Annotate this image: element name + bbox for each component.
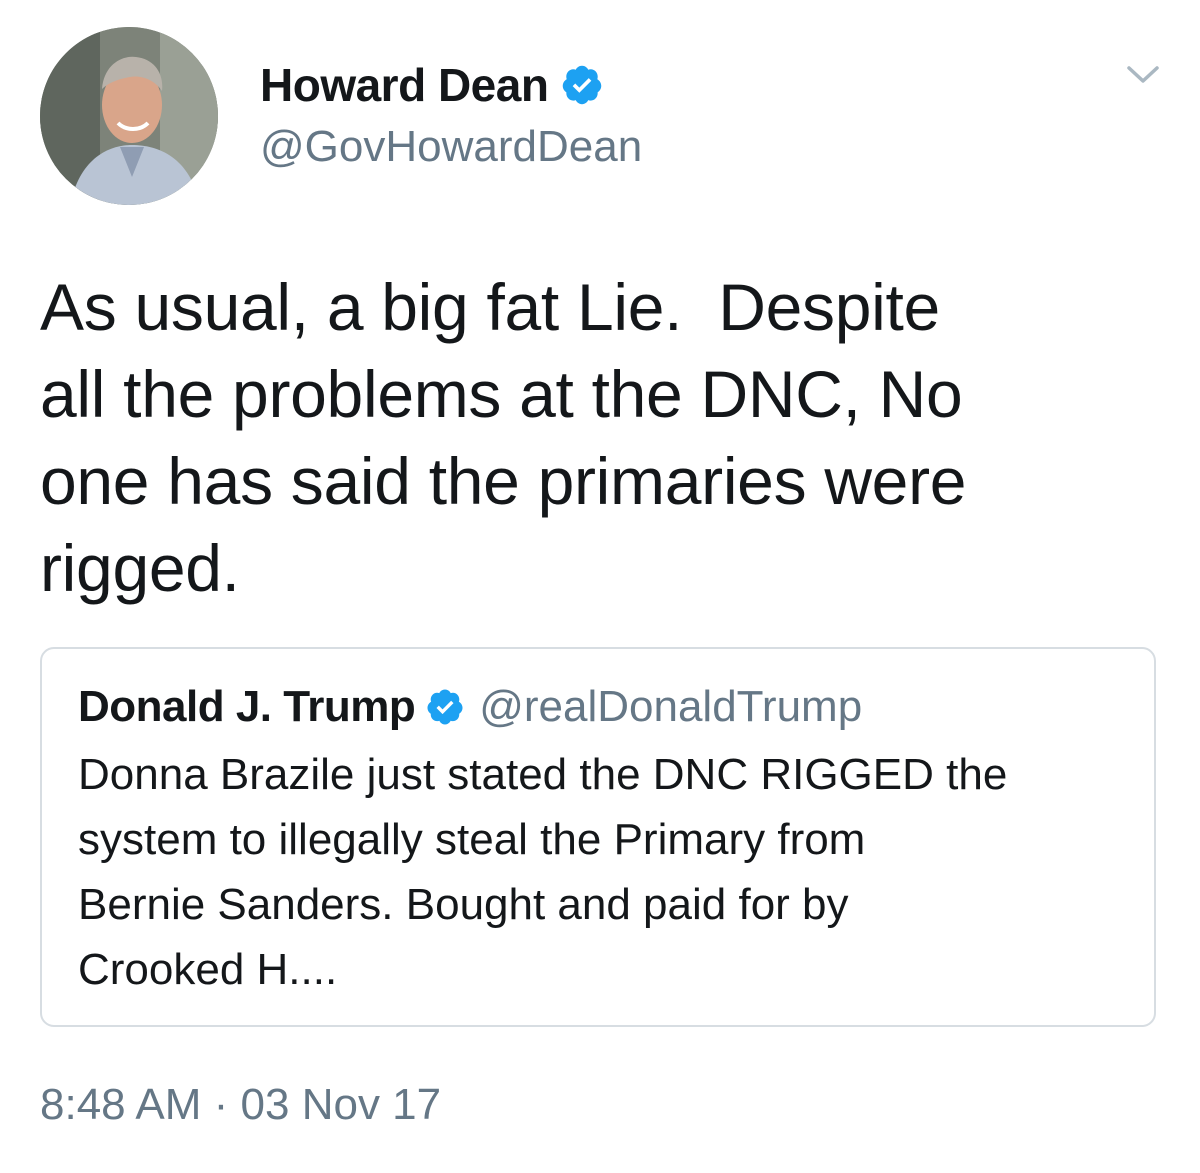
tweet-card: Howard Dean @GovHowardDean As usual, a b… (0, 0, 1200, 1173)
quoted-author-display-name: Donald J. Trump (78, 682, 416, 731)
quoted-tweet[interactable]: Donald J. Trump @realDonaldTrump Donna B… (40, 647, 1156, 1027)
quoted-tweet-text: Donna Brazile just stated the DNC RIGGED… (78, 750, 1008, 994)
chevron-down-icon[interactable] (1125, 60, 1161, 88)
author-name-row[interactable]: Howard Dean (260, 55, 604, 115)
tweet-text: As usual, a big fat Lie. Despite all the… (40, 270, 967, 605)
author-display-name[interactable]: Howard Dean (260, 58, 549, 112)
quoted-author-handle: @realDonaldTrump (479, 682, 863, 731)
tweet-timestamp[interactable]: 8:48 AM · 03 Nov 17 (40, 1080, 441, 1130)
author-handle[interactable]: @GovHowardDean (260, 122, 642, 172)
verified-badge-icon (563, 65, 602, 105)
quoted-tweet-header: Donald J. Trump @realDonaldTrump (78, 679, 862, 735)
avatar-photo (40, 27, 218, 205)
avatar[interactable] (40, 27, 218, 205)
verified-badge-icon (427, 689, 463, 725)
